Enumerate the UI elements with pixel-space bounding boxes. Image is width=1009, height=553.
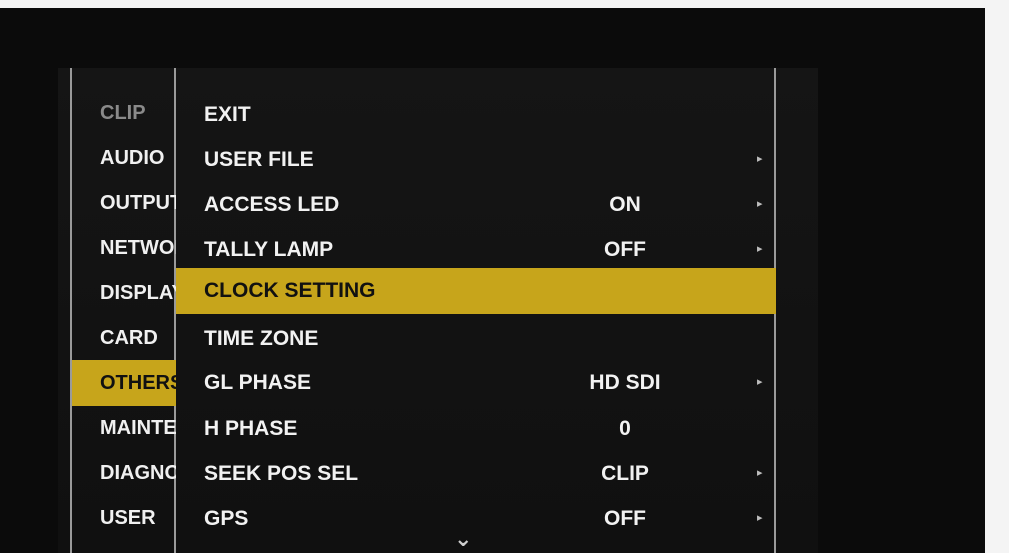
- submenu-arrow-icon: ▸: [757, 153, 763, 165]
- menu-item-time-zone[interactable]: TIME ZONE: [176, 316, 776, 361]
- right-border: [985, 8, 1009, 553]
- menu-item-value: HD SDI: [589, 371, 661, 394]
- menu-item-value: CLIP: [601, 462, 649, 485]
- submenu-arrow-icon: ▸: [757, 243, 763, 255]
- menu-item-label: EXIT: [204, 103, 251, 126]
- menu-item-label: GPS: [204, 507, 249, 530]
- menu-item-clock-setting[interactable]: CLOCK SETTING: [176, 268, 776, 314]
- menu-item-gps[interactable]: GPS OFF ▸: [176, 496, 776, 541]
- parent-item-user[interactable]: USER: [72, 497, 176, 539]
- menu-item-seek-pos-sel[interactable]: SEEK POS SEL CLIP ▸: [176, 451, 776, 496]
- parent-item-output[interactable]: OUTPUT: [72, 182, 176, 224]
- parent-item-audio[interactable]: AUDIO: [72, 137, 176, 179]
- parent-item-clip[interactable]: CLIP: [72, 92, 176, 134]
- submenu-arrow-icon: ▸: [757, 467, 763, 479]
- scroll-down-icon[interactable]: ⌄: [454, 526, 472, 552]
- menu-item-tally-lamp[interactable]: TALLY LAMP OFF ▸: [176, 227, 776, 272]
- menu-item-label: H PHASE: [204, 417, 298, 440]
- parent-item-diagnostic[interactable]: DIAGNOSTIC: [72, 452, 176, 494]
- submenu-arrow-icon: ▸: [757, 512, 763, 524]
- menu-item-user-file[interactable]: USER FILE ▸: [176, 137, 776, 182]
- menu-item-label: TALLY LAMP: [204, 238, 334, 261]
- submenu-arrow-icon: ▸: [757, 198, 763, 210]
- menu-item-access-led[interactable]: ACCESS LED ON ▸: [176, 182, 776, 227]
- menu-item-label: SEEK POS SEL: [204, 462, 359, 485]
- menu-item-value: ON: [609, 193, 641, 216]
- menu-item-label: ACCESS LED: [204, 193, 340, 216]
- submenu-arrow-icon: ▸: [757, 376, 763, 388]
- menu-item-value: OFF: [604, 507, 646, 530]
- menu-item-exit[interactable]: EXIT: [176, 92, 776, 137]
- menu-item-label: GL PHASE: [204, 371, 311, 394]
- menu-item-gl-phase[interactable]: GL PHASE HD SDI ▸: [176, 360, 776, 405]
- menu-item-value: OFF: [604, 238, 646, 261]
- parent-item-others[interactable]: OTHERS: [72, 360, 176, 406]
- parent-item-display[interactable]: DISPLAY: [72, 272, 176, 314]
- parent-item-card[interactable]: CARD: [72, 317, 176, 359]
- parent-item-maintenance[interactable]: MAINTENANCE: [72, 407, 176, 449]
- top-border: [0, 0, 1009, 8]
- menu-item-label: USER FILE: [204, 148, 314, 171]
- menu-item-value: 0: [619, 417, 631, 440]
- parent-item-network[interactable]: NETWORK: [72, 227, 176, 269]
- menu-item-label: TIME ZONE: [204, 327, 319, 350]
- menu-item-label: CLOCK SETTING: [204, 279, 376, 302]
- menu-item-h-phase[interactable]: H PHASE 0: [176, 406, 776, 451]
